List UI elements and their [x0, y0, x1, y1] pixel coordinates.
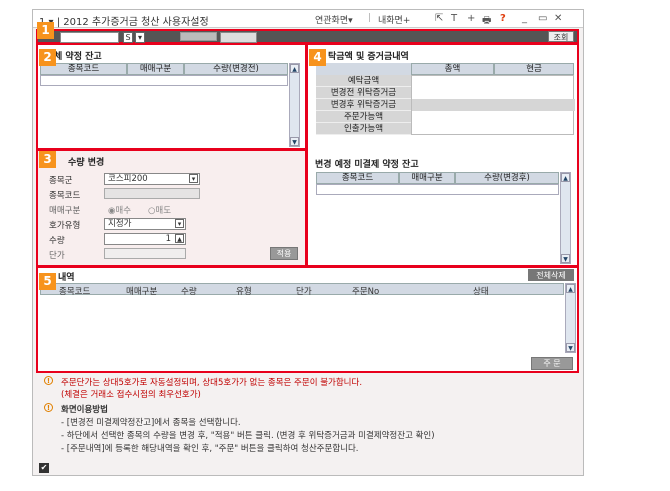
table-row[interactable] — [40, 75, 288, 86]
app-window: 1 ▾ | 2012 추가증거금 청산 사용자설정 연관화면▾ | 내화면+ ⇱… — [32, 9, 584, 476]
add-icon[interactable]: + — [467, 13, 475, 24]
window-title: 1 ▾ | 2012 추가증거금 청산 사용자설정 — [39, 17, 209, 28]
section-4-title: 탁금액 및 증거금내역 — [328, 52, 409, 62]
radio-buy[interactable]: ◉매수 — [108, 204, 131, 216]
toolbar: S ▾ 조회 — [36, 29, 579, 44]
scroll-up-icon[interactable]: ▲ — [566, 284, 575, 293]
section-badge-5: 5 — [39, 273, 56, 290]
col-header: 총액 — [411, 63, 494, 75]
col-header: 수량(변경후) — [455, 172, 559, 184]
row-label: 변경전 위탁증거금 — [316, 87, 411, 99]
screen-link-icon[interactable]: ⇱ — [435, 13, 443, 24]
order-type-select[interactable]: 지정가 ▾ — [104, 218, 186, 230]
market-group-select[interactable]: 코스피200 ▾ — [104, 173, 200, 185]
usage-line: - [주문내역]에 등록한 해당내역을 확인 후, "주문" 버튼을 클릭하여 … — [61, 444, 359, 454]
order-table-header: 종목코드 매매구분 수량 유형 단가 주문No 상태 — [40, 283, 564, 297]
col-header: 현금 — [494, 63, 574, 75]
scroll-down-icon[interactable]: ▼ — [566, 343, 575, 352]
checkbox-icon[interactable]: ✔ — [39, 463, 49, 473]
scrollbar[interactable]: ▲ ▼ — [289, 63, 300, 147]
section-badge-4: 4 — [309, 49, 326, 66]
chevron-down-icon[interactable]: ▾ — [189, 174, 198, 183]
warning-subtext: (체결은 거래소 접수시점의 최우선호가) — [61, 390, 201, 400]
close-icon[interactable]: ✕ — [554, 13, 562, 24]
col-header: 매매구분 — [399, 172, 455, 184]
col-header: 매매구분 — [127, 63, 184, 75]
warning-icon: ! — [44, 376, 53, 385]
section-4-subtitle: 변경 예정 미결제 약정 잔고 — [315, 160, 419, 170]
usage-title: 화면이용방법 — [61, 405, 108, 415]
row-label: 변경후 위탁증거금 — [316, 99, 411, 111]
delete-all-button[interactable]: 전체삭제 — [528, 269, 574, 281]
label-price: 단가 — [49, 251, 65, 261]
quantity-change-panel: 수량 변경 종목군 코스피200 ▾ 종목코드 매매구분 ◉매수 ○매도 호가유… — [36, 149, 307, 267]
col-header: 종목코드 — [316, 172, 399, 184]
radio-sell[interactable]: ○매도 — [148, 204, 171, 216]
notes-area: ! 주문단가는 상대5호가로 자동설정되며, 상대5호가가 없는 종목은 주문이… — [36, 373, 579, 459]
stepper-arrows-icon[interactable]: ▲ — [175, 234, 184, 243]
warning-text: 주문단가는 상대5호가로 자동설정되며, 상대5호가가 없는 종목은 주문이 불… — [61, 378, 363, 388]
row-label: 예탁금액 — [316, 75, 411, 87]
apply-button[interactable]: 적용 — [270, 247, 298, 260]
deposit-values — [411, 75, 575, 135]
order-history-panel: 내역 전체삭제 종목코드 매매구분 수량 유형 단가 주문No 상태 ▲ ▼ 주… — [36, 266, 579, 373]
usage-line: - 하단에서 선택한 종목의 수량을 변경 후, "적용" 버튼 클릭. (변경… — [61, 431, 435, 441]
label-symbol-code: 종목코드 — [49, 191, 81, 201]
s-button[interactable]: S — [123, 32, 133, 43]
text-icon[interactable]: T — [451, 13, 457, 24]
scroll-down-icon[interactable]: ▼ — [290, 137, 299, 146]
account-input[interactable] — [60, 32, 119, 43]
label-market-group: 종목군 — [49, 176, 73, 186]
label-order-type: 호가유형 — [49, 221, 81, 231]
section-badge-2: 2 — [39, 49, 56, 66]
chevron-down-icon[interactable]: ▾ — [175, 219, 184, 228]
order-button[interactable]: 주 문 — [531, 357, 573, 370]
scrollbar[interactable]: ▲ ▼ — [560, 172, 571, 264]
deposit-table-header: 총액 현금 — [316, 63, 574, 75]
password-field[interactable] — [220, 32, 257, 43]
row-label: 인출가능액 — [316, 123, 411, 135]
col-header: 수량(변경전) — [184, 63, 288, 75]
quantity-stepper[interactable]: 1 ▲ — [104, 233, 186, 245]
related-screen-menu[interactable]: 연관화면▾ — [315, 13, 353, 26]
table-row[interactable] — [316, 184, 559, 195]
scroll-down-icon[interactable]: ▼ — [561, 254, 570, 263]
quantity-value: 1 — [165, 234, 171, 244]
minimize-icon[interactable]: _ — [522, 13, 527, 24]
section-badge-3: 3 — [39, 151, 56, 168]
market-group-value: 코스피200 — [108, 174, 148, 184]
print-icon[interactable]: 🖶 — [482, 13, 491, 30]
pre-change-balance-panel: 체 약정 잔고 종목코드 매매구분 수량(변경전) ▲ ▼ — [36, 43, 307, 150]
section-badge-1: 1 — [37, 22, 54, 39]
query-button[interactable]: 조회 — [548, 31, 574, 42]
symbol-code-field — [104, 188, 200, 199]
section-3-title: 수량 변경 — [68, 158, 105, 168]
scroll-up-icon[interactable]: ▲ — [561, 173, 570, 182]
label-quantity: 수량 — [49, 236, 65, 246]
help-icon[interactable]: ? — [500, 13, 506, 24]
scroll-up-icon[interactable]: ▲ — [290, 64, 299, 73]
section-2-title: 체 약정 잔고 — [54, 52, 102, 62]
scrollbar[interactable]: ▲ ▼ — [565, 283, 576, 353]
order-table-body[interactable] — [40, 295, 564, 353]
account-name-field — [180, 32, 217, 41]
separator: | — [368, 13, 372, 23]
label-trade-type: 매매구분 — [49, 206, 81, 216]
info-icon: ! — [44, 403, 53, 412]
usage-line: - [변경전 미결제약정잔고]에서 종목을 선택합니다. — [61, 418, 241, 428]
title-bar: 1 ▾ | 2012 추가증거금 청산 사용자설정 연관화면▾ | 내화면+ ⇱… — [33, 10, 583, 28]
account-dropdown-arrow[interactable]: ▾ — [135, 32, 145, 43]
price-field — [104, 248, 186, 259]
deposit-margin-panel: 탁금액 및 증거금내역 총액 현금 예탁금액 변경전 위탁증거금 변경후 위탁증… — [306, 43, 579, 267]
section-5-title: 내역 — [58, 273, 75, 283]
my-screen-add[interactable]: 내화면+ — [378, 13, 410, 26]
restore-icon[interactable]: ▭ — [538, 13, 547, 24]
order-type-value: 지정가 — [108, 219, 132, 229]
row-highlight — [412, 99, 575, 111]
row-label: 주문가능액 — [316, 111, 411, 123]
